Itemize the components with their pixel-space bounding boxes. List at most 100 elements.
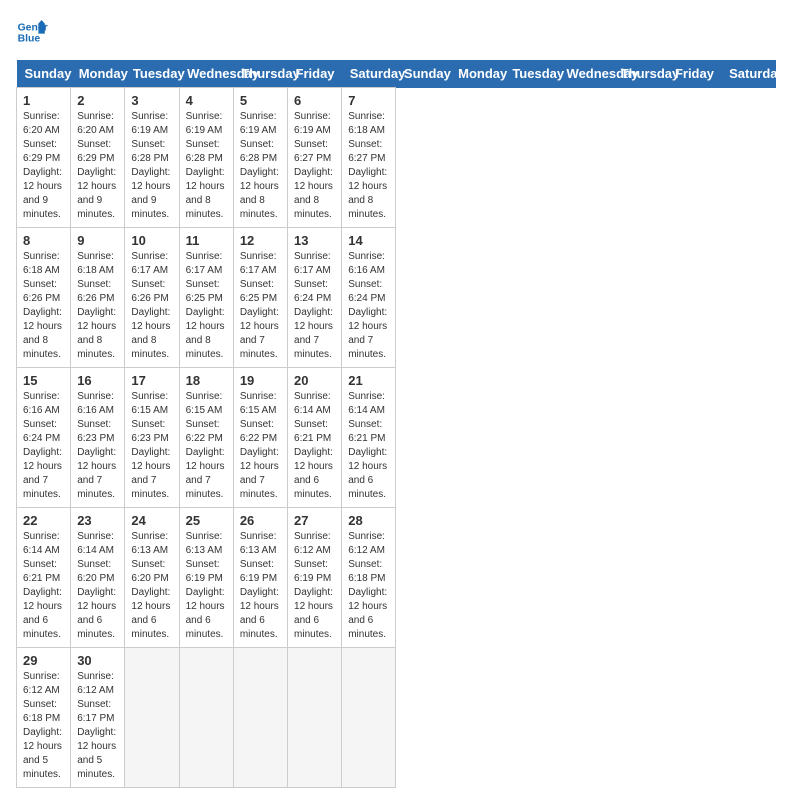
calendar-day-24: 24 Sunrise: 6:13 AMSunset: 6:20 PMDaylig… [125, 508, 179, 648]
calendar-day-28: 28 Sunrise: 6:12 AMSunset: 6:18 PMDaylig… [342, 508, 396, 648]
header-tuesday: Tuesday [125, 60, 179, 88]
day-info: Sunrise: 6:15 AMSunset: 6:23 PMDaylight:… [131, 390, 172, 502]
day-number: 26 [240, 513, 281, 528]
calendar-day-29: 29 Sunrise: 6:12 AMSunset: 6:18 PMDaylig… [17, 648, 71, 788]
col-header-wednesday: Wednesday [559, 60, 613, 88]
calendar-week-1: 1 Sunrise: 6:20 AMSunset: 6:29 PMDayligh… [17, 88, 776, 228]
col-header-thursday: Thursday [613, 60, 667, 88]
day-number: 10 [131, 233, 172, 248]
day-number: 25 [186, 513, 227, 528]
calendar-day-8: 8 Sunrise: 6:18 AMSunset: 6:26 PMDayligh… [17, 228, 71, 368]
day-number: 29 [23, 653, 64, 668]
calendar-day-27: 27 Sunrise: 6:12 AMSunset: 6:19 PMDaylig… [288, 508, 342, 648]
day-info: Sunrise: 6:12 AMSunset: 6:18 PMDaylight:… [23, 670, 64, 782]
calendar-day-16: 16 Sunrise: 6:16 AMSunset: 6:23 PMDaylig… [71, 368, 125, 508]
calendar-day-5: 5 Sunrise: 6:19 AMSunset: 6:28 PMDayligh… [233, 88, 287, 228]
day-info: Sunrise: 6:19 AMSunset: 6:28 PMDaylight:… [131, 110, 172, 222]
header-friday: Friday [288, 60, 342, 88]
calendar-day-10: 10 Sunrise: 6:17 AMSunset: 6:26 PMDaylig… [125, 228, 179, 368]
page-header: General Blue [16, 16, 776, 48]
day-number: 15 [23, 373, 64, 388]
calendar-day-2: 2 Sunrise: 6:20 AMSunset: 6:29 PMDayligh… [71, 88, 125, 228]
logo: General Blue [16, 16, 48, 48]
calendar-day-12: 12 Sunrise: 6:17 AMSunset: 6:25 PMDaylig… [233, 228, 287, 368]
day-info: Sunrise: 6:17 AMSunset: 6:26 PMDaylight:… [131, 250, 172, 362]
day-info: Sunrise: 6:17 AMSunset: 6:25 PMDaylight:… [240, 250, 281, 362]
day-info: Sunrise: 6:19 AMSunset: 6:27 PMDaylight:… [294, 110, 335, 222]
calendar-day-6: 6 Sunrise: 6:19 AMSunset: 6:27 PMDayligh… [288, 88, 342, 228]
calendar-week-3: 15 Sunrise: 6:16 AMSunset: 6:24 PMDaylig… [17, 368, 776, 508]
day-info: Sunrise: 6:18 AMSunset: 6:27 PMDaylight:… [348, 110, 389, 222]
calendar-week-4: 22 Sunrise: 6:14 AMSunset: 6:21 PMDaylig… [17, 508, 776, 648]
svg-text:Blue: Blue [18, 34, 41, 45]
day-number: 18 [186, 373, 227, 388]
day-number: 17 [131, 373, 172, 388]
day-number: 13 [294, 233, 335, 248]
calendar-week-2: 8 Sunrise: 6:18 AMSunset: 6:26 PMDayligh… [17, 228, 776, 368]
day-info: Sunrise: 6:14 AMSunset: 6:21 PMDaylight:… [23, 530, 64, 642]
day-number: 12 [240, 233, 281, 248]
calendar-day-15: 15 Sunrise: 6:16 AMSunset: 6:24 PMDaylig… [17, 368, 71, 508]
calendar-day-13: 13 Sunrise: 6:17 AMSunset: 6:24 PMDaylig… [288, 228, 342, 368]
header-thursday: Thursday [233, 60, 287, 88]
calendar-empty [125, 648, 179, 788]
header-saturday: Saturday [342, 60, 396, 88]
calendar-day-7: 7 Sunrise: 6:18 AMSunset: 6:27 PMDayligh… [342, 88, 396, 228]
calendar-day-21: 21 Sunrise: 6:14 AMSunset: 6:21 PMDaylig… [342, 368, 396, 508]
header-monday: Monday [71, 60, 125, 88]
day-number: 24 [131, 513, 172, 528]
calendar-header-row: SundayMondayTuesdayWednesdayThursdayFrid… [17, 60, 776, 88]
day-number: 27 [294, 513, 335, 528]
day-info: Sunrise: 6:12 AMSunset: 6:18 PMDaylight:… [348, 530, 389, 642]
day-info: Sunrise: 6:20 AMSunset: 6:29 PMDaylight:… [23, 110, 64, 222]
day-number: 20 [294, 373, 335, 388]
day-info: Sunrise: 6:16 AMSunset: 6:24 PMDaylight:… [23, 390, 64, 502]
day-number: 4 [186, 93, 227, 108]
day-info: Sunrise: 6:18 AMSunset: 6:26 PMDaylight:… [77, 250, 118, 362]
day-number: 22 [23, 513, 64, 528]
calendar-day-9: 9 Sunrise: 6:18 AMSunset: 6:26 PMDayligh… [71, 228, 125, 368]
calendar-day-1: 1 Sunrise: 6:20 AMSunset: 6:29 PMDayligh… [17, 88, 71, 228]
day-info: Sunrise: 6:13 AMSunset: 6:20 PMDaylight:… [131, 530, 172, 642]
day-info: Sunrise: 6:14 AMSunset: 6:21 PMDaylight:… [294, 390, 335, 502]
calendar-day-14: 14 Sunrise: 6:16 AMSunset: 6:24 PMDaylig… [342, 228, 396, 368]
day-number: 6 [294, 93, 335, 108]
day-number: 28 [348, 513, 389, 528]
day-info: Sunrise: 6:17 AMSunset: 6:25 PMDaylight:… [186, 250, 227, 362]
day-number: 8 [23, 233, 64, 248]
day-info: Sunrise: 6:16 AMSunset: 6:24 PMDaylight:… [348, 250, 389, 362]
calendar-day-17: 17 Sunrise: 6:15 AMSunset: 6:23 PMDaylig… [125, 368, 179, 508]
calendar-day-22: 22 Sunrise: 6:14 AMSunset: 6:21 PMDaylig… [17, 508, 71, 648]
day-number: 21 [348, 373, 389, 388]
col-header-tuesday: Tuesday [504, 60, 558, 88]
day-info: Sunrise: 6:19 AMSunset: 6:28 PMDaylight:… [186, 110, 227, 222]
calendar-day-4: 4 Sunrise: 6:19 AMSunset: 6:28 PMDayligh… [179, 88, 233, 228]
day-info: Sunrise: 6:20 AMSunset: 6:29 PMDaylight:… [77, 110, 118, 222]
day-info: Sunrise: 6:16 AMSunset: 6:23 PMDaylight:… [77, 390, 118, 502]
calendar-day-19: 19 Sunrise: 6:15 AMSunset: 6:22 PMDaylig… [233, 368, 287, 508]
calendar-week-5: 29 Sunrise: 6:12 AMSunset: 6:18 PMDaylig… [17, 648, 776, 788]
day-number: 11 [186, 233, 227, 248]
calendar-day-26: 26 Sunrise: 6:13 AMSunset: 6:19 PMDaylig… [233, 508, 287, 648]
calendar-empty [288, 648, 342, 788]
col-header-monday: Monday [450, 60, 504, 88]
header-sunday: Sunday [17, 60, 71, 88]
day-info: Sunrise: 6:15 AMSunset: 6:22 PMDaylight:… [186, 390, 227, 502]
day-info: Sunrise: 6:14 AMSunset: 6:20 PMDaylight:… [77, 530, 118, 642]
calendar-table: SundayMondayTuesdayWednesdayThursdayFrid… [16, 60, 776, 788]
calendar-empty [179, 648, 233, 788]
logo-icon: General Blue [16, 16, 48, 48]
day-number: 23 [77, 513, 118, 528]
col-header-sunday: Sunday [396, 60, 450, 88]
header-wednesday: Wednesday [179, 60, 233, 88]
day-info: Sunrise: 6:14 AMSunset: 6:21 PMDaylight:… [348, 390, 389, 502]
day-info: Sunrise: 6:12 AMSunset: 6:17 PMDaylight:… [77, 670, 118, 782]
day-info: Sunrise: 6:13 AMSunset: 6:19 PMDaylight:… [240, 530, 281, 642]
calendar-day-25: 25 Sunrise: 6:13 AMSunset: 6:19 PMDaylig… [179, 508, 233, 648]
calendar-empty [233, 648, 287, 788]
calendar-empty [342, 648, 396, 788]
day-number: 9 [77, 233, 118, 248]
day-info: Sunrise: 6:13 AMSunset: 6:19 PMDaylight:… [186, 530, 227, 642]
day-info: Sunrise: 6:19 AMSunset: 6:28 PMDaylight:… [240, 110, 281, 222]
day-number: 5 [240, 93, 281, 108]
